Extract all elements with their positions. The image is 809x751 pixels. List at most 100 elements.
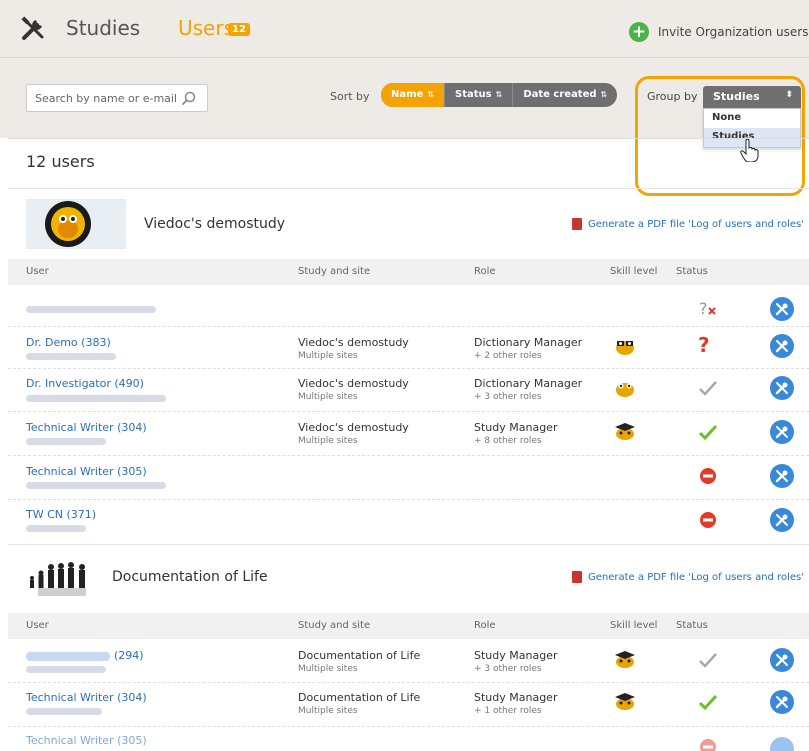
sort-status-button[interactable]: Status ⇅ (445, 83, 514, 107)
tools-icon (21, 16, 44, 40)
site-label: Multiple sites (298, 706, 358, 716)
users-count-badge: 12 (228, 23, 250, 36)
study-name: Viedoc's demostudy (298, 421, 409, 434)
user-name-link[interactable]: Technical Writer (304) (26, 421, 147, 434)
study-name: Viedoc's demostudy (298, 377, 409, 390)
sort-button-group: Name ⇅ Status ⇅ Date created ⇅ (381, 83, 618, 107)
study-logo-image (26, 199, 126, 249)
col-role: Role (474, 266, 496, 277)
check-grey-icon (699, 381, 717, 396)
group-by-label: Group by (647, 90, 698, 103)
question-status-icon: ? (698, 333, 710, 357)
edit-user-tools-icon[interactable] (770, 508, 794, 532)
search-input[interactable] (26, 84, 208, 112)
col-user: User (26, 266, 49, 277)
user-name-link[interactable]: Technical Writer (305) (26, 465, 147, 478)
edit-user-tools-icon[interactable] (770, 376, 794, 400)
sort-arrows-icon: ⇅ (427, 90, 435, 99)
plus-icon[interactable]: + (629, 22, 649, 42)
sort-date-created-button[interactable]: Date created ⇅ (513, 83, 617, 107)
tab-users[interactable]: Users (178, 16, 234, 40)
table-header: User Study and site Role Skill level Sta… (8, 613, 809, 639)
row-divider (8, 411, 809, 412)
edit-user-tools-icon[interactable] (770, 648, 794, 672)
generate-pdf-link[interactable]: Generate a PDF file 'Log of users and ro… (588, 219, 804, 230)
generate-pdf-link[interactable]: Generate a PDF file 'Log of users and ro… (588, 572, 804, 583)
divider (8, 188, 809, 189)
edit-user-tools-icon[interactable] (770, 420, 794, 444)
user-name-link[interactable]: Technical Writer (304) (26, 691, 147, 704)
site-label: Multiple sites (298, 392, 358, 402)
study-name: Documentation of Life (298, 649, 421, 662)
role-label: Dictionary Manager (474, 336, 583, 349)
sort-by-label: Sort by (330, 90, 370, 103)
blocked-icon (700, 512, 716, 528)
role-label: Dictionary Manager (474, 377, 583, 390)
email-redacted (26, 438, 106, 445)
hand-cursor-icon (740, 138, 759, 162)
role-label: Study Manager (474, 421, 558, 434)
col-study-and-site: Study and site (298, 620, 371, 631)
user-name-link[interactable]: Dr. Investigator (490) (26, 377, 144, 390)
sort-status-label: Status (455, 89, 492, 100)
email-redacted (26, 353, 116, 360)
skill-glasses-icon (616, 341, 634, 355)
row-divider (8, 499, 809, 500)
row-divider (8, 682, 809, 683)
check-green-icon (698, 424, 718, 441)
user-name-link[interactable]: Dr. Demo (383) (26, 336, 111, 349)
people-silhouettes-image (30, 562, 86, 596)
site-label: Multiple sites (298, 436, 358, 446)
row-divider (8, 368, 809, 369)
select-arrows-icon: ⬍ (785, 90, 793, 100)
site-label: Multiple sites (298, 351, 358, 361)
sort-name-button[interactable]: Name ⇅ (381, 83, 446, 107)
col-status: Status (676, 620, 708, 631)
row-divider (8, 455, 809, 456)
user-name-link[interactable]: Technical Writer (305) (26, 734, 147, 747)
group-by-option-none[interactable]: None (704, 109, 800, 128)
email-redacted (26, 395, 166, 402)
search-icon[interactable] (182, 91, 196, 105)
study-name: Documentation of Life (298, 691, 421, 704)
controlled-by-viedoc-logo (26, 199, 126, 249)
pdf-icon[interactable] (572, 218, 582, 230)
email-redacted (26, 666, 106, 673)
edit-user-tools-icon[interactable] (770, 737, 794, 751)
site-label: Multiple sites (298, 664, 358, 674)
sort-date-created-label: Date created (523, 89, 597, 100)
group-by-select[interactable]: Studies ⬍ (703, 86, 801, 108)
group-by-selected-value: Studies (713, 90, 760, 103)
col-skill-level: Skill level (610, 266, 658, 277)
edit-user-tools-icon[interactable] (770, 464, 794, 488)
col-status: Status (676, 266, 708, 277)
blocked-icon (700, 739, 716, 751)
other-roles-label: + 2 other roles (474, 351, 542, 361)
tab-studies[interactable]: Studies (66, 16, 140, 40)
divider (8, 544, 809, 545)
name-redacted (26, 652, 110, 661)
study-name: Viedoc's demostudy (298, 336, 409, 349)
col-study-and-site: Study and site (298, 266, 371, 277)
skill-basic-icon (616, 383, 634, 397)
panel-border (8, 138, 809, 139)
user-name-link[interactable]: TW CN (371) (26, 508, 96, 521)
skill-graduate-icon (615, 693, 635, 710)
pdf-icon[interactable] (572, 571, 582, 583)
col-user: User (26, 620, 49, 631)
skill-graduate-icon (615, 423, 635, 440)
blocked-icon (700, 468, 716, 484)
col-skill-level: Skill level (610, 620, 658, 631)
invite-organization-users-link[interactable]: Invite Organization users (658, 25, 808, 39)
email-redacted (26, 708, 102, 715)
col-role: Role (474, 620, 496, 631)
edit-user-tools-icon[interactable] (770, 334, 794, 358)
edit-user-tools-icon[interactable] (770, 297, 794, 321)
study-name-documentation-of-life: Documentation of Life (112, 569, 268, 585)
edit-user-tools-icon[interactable] (770, 690, 794, 714)
users-count-title: 12 users (26, 152, 95, 171)
study-name-viedocs-demostudy: Viedoc's demostudy (144, 216, 286, 232)
email-redacted (26, 482, 166, 489)
user-name-link[interactable]: (294) (114, 649, 144, 662)
svg-text:?: ? (699, 299, 708, 318)
